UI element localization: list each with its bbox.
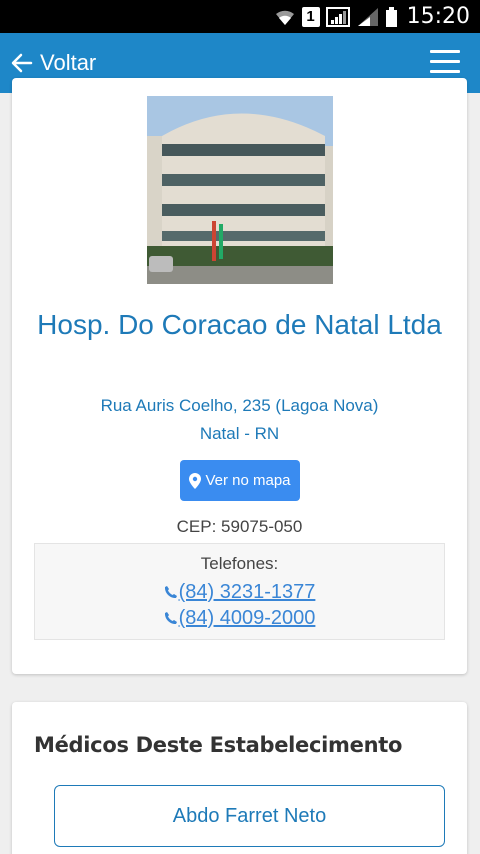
phones-box: Telefones: (84) 3231-1377 (84) 4009-2000 [34, 543, 445, 640]
status-icons: 1 15:20 [274, 0, 470, 33]
battery-icon [385, 6, 397, 27]
sim-icon: 1 [301, 6, 320, 27]
hospital-address-city: Natal - RN [199, 424, 280, 443]
map-pin-icon [189, 472, 202, 489]
view-map-button[interactable]: Ver no mapa [180, 460, 300, 501]
hospital-photo [147, 96, 333, 284]
phone-number: (84) 4009-2000 [178, 607, 316, 629]
doctor-button[interactable]: Abdo Farret Neto [54, 785, 445, 847]
doctors-card: Médicos Deste Estabelecimento Abdo Farre… [12, 702, 467, 854]
back-label: Voltar [40, 50, 97, 75]
hospital-cep: CEP: 59075-050 [176, 517, 303, 536]
signal-icon [325, 6, 350, 27]
phone-number: (84) 3231-1377 [178, 581, 316, 603]
signal-icon [357, 7, 378, 26]
doctors-section-title: Médicos Deste Estabelecimento [34, 733, 403, 757]
wifi-icon [275, 10, 294, 25]
hamburger-menu-icon[interactable] [430, 50, 460, 76]
phone-icon [164, 586, 177, 599]
hospital-name: Hosp. Do Coracao de Natal Ltda [37, 309, 442, 340]
arrow-left-icon [11, 53, 33, 73]
view-map-label: Ver no mapa [205, 472, 291, 489]
phones-title: Telefones: [200, 554, 279, 573]
status-bar: 1 15:20 [0, 0, 480, 33]
phone-link[interactable]: (84) 4009-2000 [35, 607, 444, 630]
status-clock: 15:20 [406, 4, 470, 29]
phone-icon [164, 612, 177, 625]
hospital-address-street: Rua Auris Coelho, 235 (Lagoa Nova) [100, 396, 379, 415]
phone-link[interactable]: (84) 3231-1377 [35, 581, 444, 604]
hospital-card: Hosp. Do Coracao de Natal Ltda Rua Auris… [12, 78, 467, 674]
